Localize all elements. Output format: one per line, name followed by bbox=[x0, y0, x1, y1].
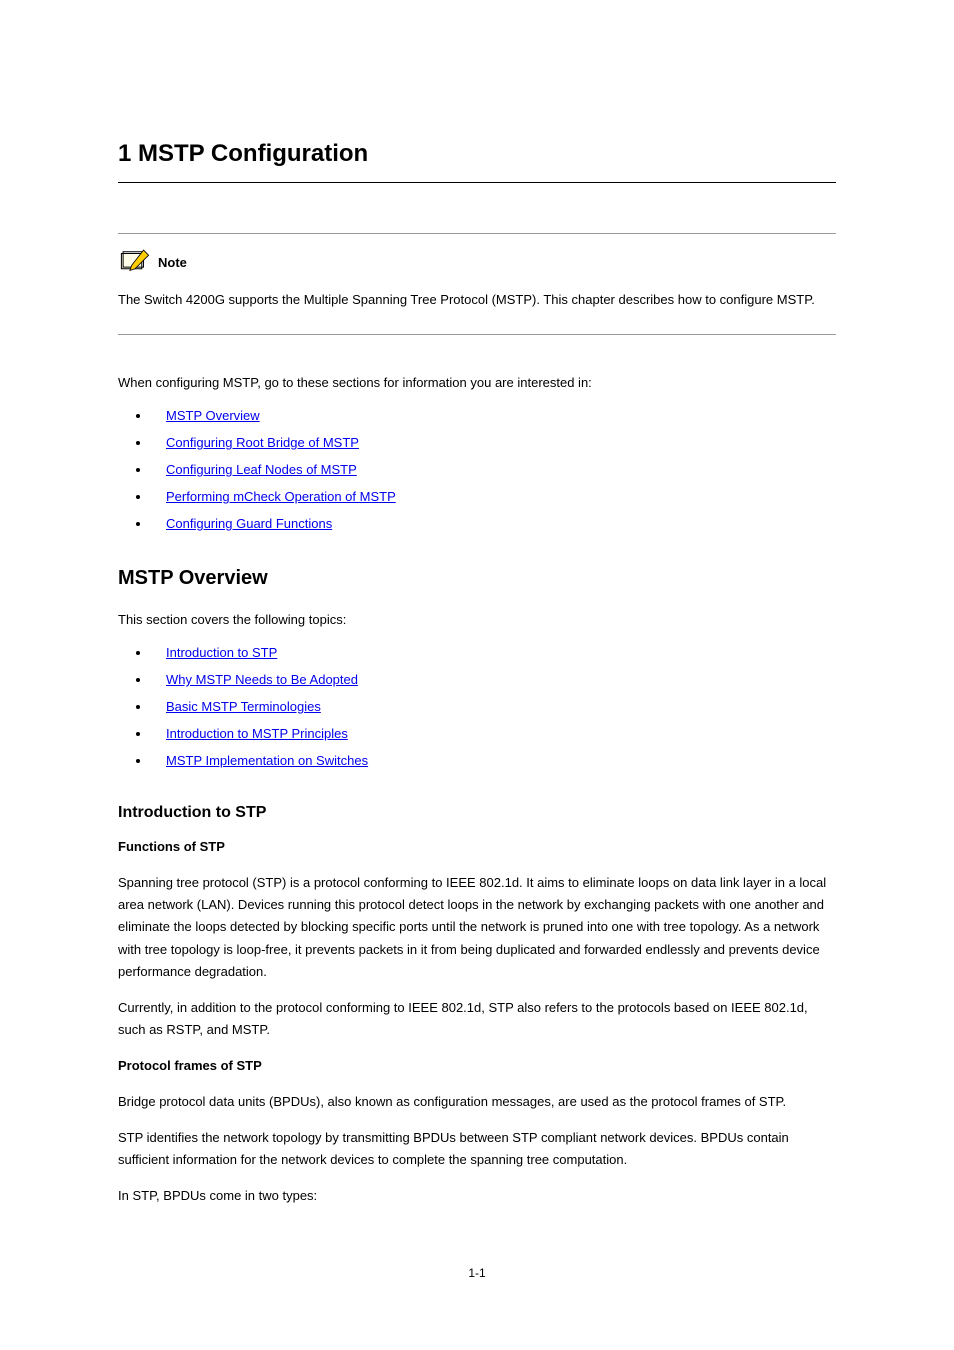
section-heading-overview: MSTP Overview bbox=[118, 567, 836, 590]
intro-paragraph: When configuring MSTP, go to these secti… bbox=[118, 375, 836, 390]
link-intro-stp[interactable]: Introduction to STP bbox=[166, 645, 277, 660]
toc-list-1: MSTP Overview Configuring Root Bridge of… bbox=[130, 408, 836, 531]
link-mstp-overview[interactable]: MSTP Overview bbox=[166, 408, 260, 423]
chapter-number: 1 MSTP Configuration bbox=[118, 140, 368, 167]
link-leaf-nodes[interactable]: Configuring Leaf Nodes of MSTP bbox=[166, 462, 357, 477]
para-note: Currently, in addition to the protocol c… bbox=[118, 997, 836, 1041]
para-types: In STP, BPDUs come in two types: bbox=[118, 1185, 836, 1207]
para-functions: Spanning tree protocol (STP) is a protoc… bbox=[118, 872, 836, 982]
chapter-title: 1 MSTP Configuration bbox=[118, 140, 836, 183]
note-box: Note The Switch 4200G supports the Multi… bbox=[118, 233, 836, 335]
note-text: The Switch 4200G supports the Multiple S… bbox=[118, 290, 836, 310]
link-guard[interactable]: Configuring Guard Functions bbox=[166, 516, 332, 531]
list-item: Introduction to STP bbox=[130, 645, 836, 660]
heading-functions: Functions of STP bbox=[118, 836, 836, 858]
note-icon bbox=[118, 248, 152, 276]
list-item: Introduction to MSTP Principles bbox=[130, 726, 836, 741]
bold-heading: Functions of STP bbox=[118, 839, 225, 854]
heading-frames: Protocol frames of STP bbox=[118, 1055, 836, 1077]
para-frames: Bridge protocol data units (BPDUs), also… bbox=[118, 1091, 836, 1113]
page-number: 1-1 bbox=[0, 1266, 954, 1280]
para-bpdu: STP identifies the network topology by t… bbox=[118, 1127, 836, 1171]
list-item: Configuring Guard Functions bbox=[130, 516, 836, 531]
list-item: Basic MSTP Terminologies bbox=[130, 699, 836, 714]
subsection-heading-intro-stp: Introduction to STP bbox=[118, 804, 836, 822]
link-why-mstp[interactable]: Why MSTP Needs to Be Adopted bbox=[166, 672, 358, 687]
note-header: Note bbox=[118, 248, 836, 276]
list-item: MSTP Overview bbox=[130, 408, 836, 423]
link-implementation[interactable]: MSTP Implementation on Switches bbox=[166, 753, 368, 768]
note-label: Note bbox=[158, 255, 187, 270]
list-item: MSTP Implementation on Switches bbox=[130, 753, 836, 768]
link-mcheck[interactable]: Performing mCheck Operation of MSTP bbox=[166, 489, 396, 504]
list-item: Performing mCheck Operation of MSTP bbox=[130, 489, 836, 504]
link-root-bridge[interactable]: Configuring Root Bridge of MSTP bbox=[166, 435, 359, 450]
link-terminology[interactable]: Basic MSTP Terminologies bbox=[166, 699, 321, 714]
bold-heading: Protocol frames of STP bbox=[118, 1058, 262, 1073]
list-item: Configuring Root Bridge of MSTP bbox=[130, 435, 836, 450]
list-item: Configuring Leaf Nodes of MSTP bbox=[130, 462, 836, 477]
list-item: Why MSTP Needs to Be Adopted bbox=[130, 672, 836, 687]
link-principles[interactable]: Introduction to MSTP Principles bbox=[166, 726, 348, 741]
section-intro: This section covers the following topics… bbox=[118, 612, 836, 627]
toc-list-2: Introduction to STP Why MSTP Needs to Be… bbox=[130, 645, 836, 768]
